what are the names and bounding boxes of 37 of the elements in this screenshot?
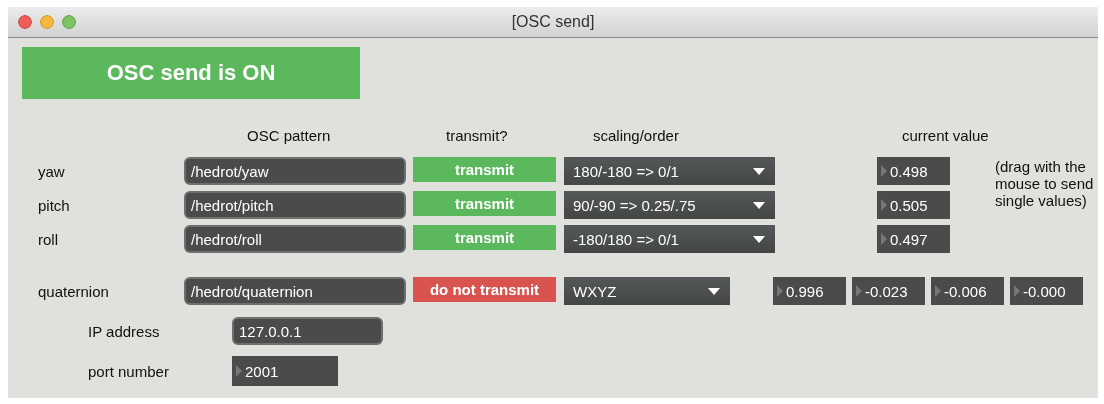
- number-box[interactable]: 0.996: [773, 277, 846, 305]
- number-box[interactable]: -0.000: [1010, 277, 1083, 305]
- close-icon[interactable]: [18, 15, 32, 29]
- dropdown-caret-icon: [708, 287, 720, 295]
- row-label: quaternion: [38, 282, 110, 300]
- row-label: pitch: [38, 196, 71, 214]
- number-box[interactable]: 0.498: [877, 157, 950, 185]
- column-header: current value: [901, 127, 990, 145]
- pattern-field[interactable]: /hedrot/pitch: [184, 191, 406, 219]
- pattern-field[interactable]: /hedrot/quaternion: [184, 277, 406, 305]
- port-label: port number: [88, 362, 170, 380]
- window-title: [OSC send]: [511, 13, 595, 31]
- row-label: yaw: [38, 162, 66, 180]
- column-header: OSC pattern: [246, 127, 332, 145]
- column-header: transmit?: [445, 127, 509, 145]
- zoom-icon[interactable]: [62, 15, 76, 29]
- pattern-field[interactable]: /hedrot/roll: [184, 225, 406, 253]
- ip-label: IP address: [88, 322, 161, 340]
- dropdown-caret-icon: [753, 167, 765, 175]
- number-box[interactable]: -0.023: [852, 277, 925, 305]
- row-label: roll: [38, 230, 59, 248]
- minimize-icon[interactable]: [40, 15, 54, 29]
- scaling-dropdown[interactable]: 90/-90 => 0.25/.75: [564, 191, 775, 219]
- column-header: scaling/order: [592, 127, 680, 145]
- pattern-field[interactable]: /hedrot/yaw: [184, 157, 406, 185]
- dropdown-caret-icon: [753, 235, 765, 243]
- hint-text: (drag with the mouse to send single values): [995, 158, 1095, 209]
- ip-field[interactable]: 127.0.0.1: [232, 317, 383, 345]
- transmit-toggle[interactable]: do not transmit: [413, 277, 556, 302]
- dropdown-caret-icon: [753, 201, 765, 209]
- order-dropdown[interactable]: WXYZ: [564, 277, 730, 305]
- scaling-dropdown[interactable]: -180/180 => 0/1: [564, 225, 775, 253]
- number-box[interactable]: -0.006: [931, 277, 1004, 305]
- port-number-box[interactable]: 2001: [232, 356, 338, 386]
- number-box[interactable]: 0.497: [877, 225, 950, 253]
- scaling-dropdown[interactable]: 180/-180 => 0/1: [564, 157, 775, 185]
- number-box[interactable]: 0.505: [877, 191, 950, 219]
